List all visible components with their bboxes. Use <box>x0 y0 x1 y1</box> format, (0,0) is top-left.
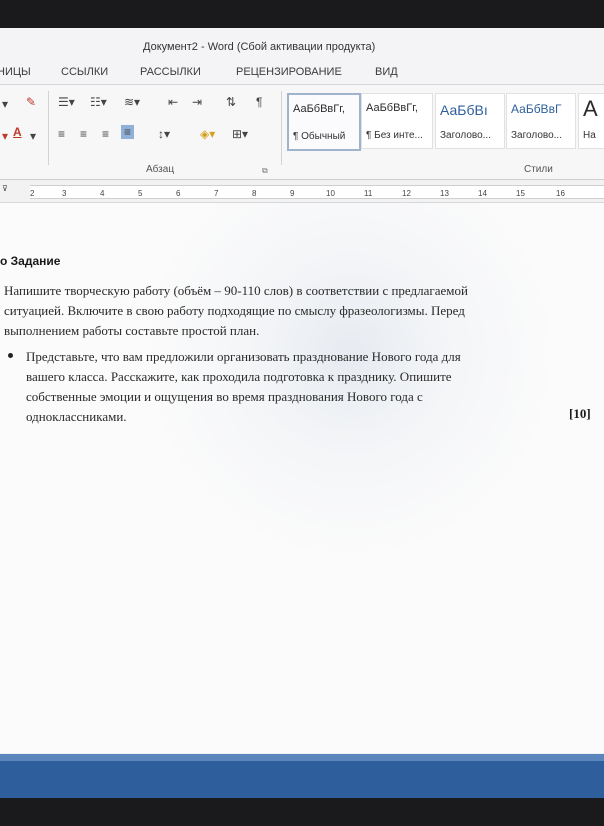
align-left-icon[interactable]: ≡ <box>58 127 65 141</box>
align-right-icon[interactable]: ≡ <box>102 127 109 141</box>
align-center-icon[interactable]: ≡ <box>80 127 87 141</box>
window-title: Документ2 - Word (Сбой активации продукт… <box>143 41 376 53</box>
group-divider <box>281 91 282 165</box>
font-color-icon[interactable]: A <box>13 125 22 139</box>
taskbar-edge <box>0 754 604 761</box>
bullet-icon <box>8 353 13 358</box>
intro-line-1: Напишите творческую работу (объём – 90-1… <box>4 283 468 298</box>
numbering-icon[interactable]: ☷▾ <box>90 95 107 109</box>
decrease-indent-icon[interactable]: ⇤ <box>168 95 178 109</box>
show-marks-icon[interactable]: ¶ <box>256 95 262 109</box>
style-no-spacing[interactable]: АаБбВвГг, ¶ Без инте... <box>361 93 433 149</box>
tab-view[interactable]: ВИД <box>375 66 398 78</box>
ribbon-tabs: НИЦЫ ССЫЛКИ РАССЫЛКИ РЕЦЕНЗИРОВАНИЕ ВИД <box>0 62 604 85</box>
tab-review[interactable]: РЕЦЕНЗИРОВАНИЕ <box>236 66 342 78</box>
bullet-line-2: вашего класса. Расскажите, как проходила… <box>26 369 452 384</box>
taskbar <box>0 761 604 798</box>
word-window: Документ2 - Word (Сбой активации продукт… <box>0 28 604 798</box>
document-page[interactable]: о Задание Напишите творческую работу (об… <box>0 203 604 753</box>
style-heading-1[interactable]: АаБбВı Заголово... <box>435 93 505 149</box>
intro-line-3: выполнением работы составьте простой пла… <box>4 323 260 338</box>
score-mark: [10] <box>569 406 591 421</box>
line-spacing-icon[interactable]: ↕▾ <box>158 127 170 141</box>
shading-icon[interactable]: ◈▾ <box>200 127 215 141</box>
sort-icon[interactable]: ⇅ <box>226 95 236 109</box>
title-bar: Документ2 - Word (Сбой активации продукт… <box>0 28 604 62</box>
chevron-down-icon[interactable]: ▾ <box>30 129 36 143</box>
ruler-scale: 2 3 4 5 6 7 8 9 10 11 12 13 14 15 16 <box>30 185 604 199</box>
tab-references[interactable]: ССЫЛКИ <box>61 66 108 78</box>
multilevel-list-icon[interactable]: ≋▾ <box>124 95 140 109</box>
dropdown-arrow-icon[interactable]: ▾ <box>2 97 8 111</box>
group-divider <box>48 91 49 165</box>
style-normal[interactable]: АаБбВвГг, ¶ Обычный <box>287 93 361 151</box>
group-label-paragraph: Абзац <box>146 164 175 175</box>
tab-mailings[interactable]: РАССЫЛКИ <box>140 66 201 78</box>
bullets-icon[interactable]: ☰▾ <box>58 95 75 109</box>
bullet-line-4: одноклассниками. <box>26 409 127 424</box>
borders-icon[interactable]: ⊞▾ <box>232 127 248 141</box>
ribbon: ▾ ✎ ▾ A ▾ ☰▾ ☷▾ ≋▾ ⇤ ⇥ ⇅ ¶ ≡ ≡ ≡ ≡ ↕▾ ◈▾… <box>0 85 604 180</box>
horizontal-ruler[interactable]: ⊽ 2 3 4 5 6 7 8 9 10 11 12 13 14 15 16 <box>0 180 604 203</box>
style-title[interactable]: А На <box>578 93 604 149</box>
justify-icon[interactable]: ≡ <box>121 125 135 139</box>
font-color-dropdown-icon[interactable]: ▾ <box>2 129 8 143</box>
clear-formatting-icon[interactable]: ✎ <box>26 95 36 109</box>
style-heading-2[interactable]: АаБбВвГ Заголово... <box>506 93 576 149</box>
indent-marker-icon[interactable]: ⊽ <box>2 184 8 193</box>
bullet-line-3: собственные эмоции и ощущения во время п… <box>26 389 423 404</box>
group-label-styles: Стили <box>524 164 553 175</box>
bullet-line-1: Представьте, что вам предложили организо… <box>26 349 461 364</box>
increase-indent-icon[interactable]: ⇥ <box>192 95 202 109</box>
task-heading: о Задание <box>0 254 61 268</box>
dialog-launcher-icon[interactable]: ⧉ <box>262 166 268 176</box>
tab-page-layout[interactable]: НИЦЫ <box>0 66 31 78</box>
intro-line-2: ситуацией. Включите в свою работу подход… <box>4 303 465 318</box>
